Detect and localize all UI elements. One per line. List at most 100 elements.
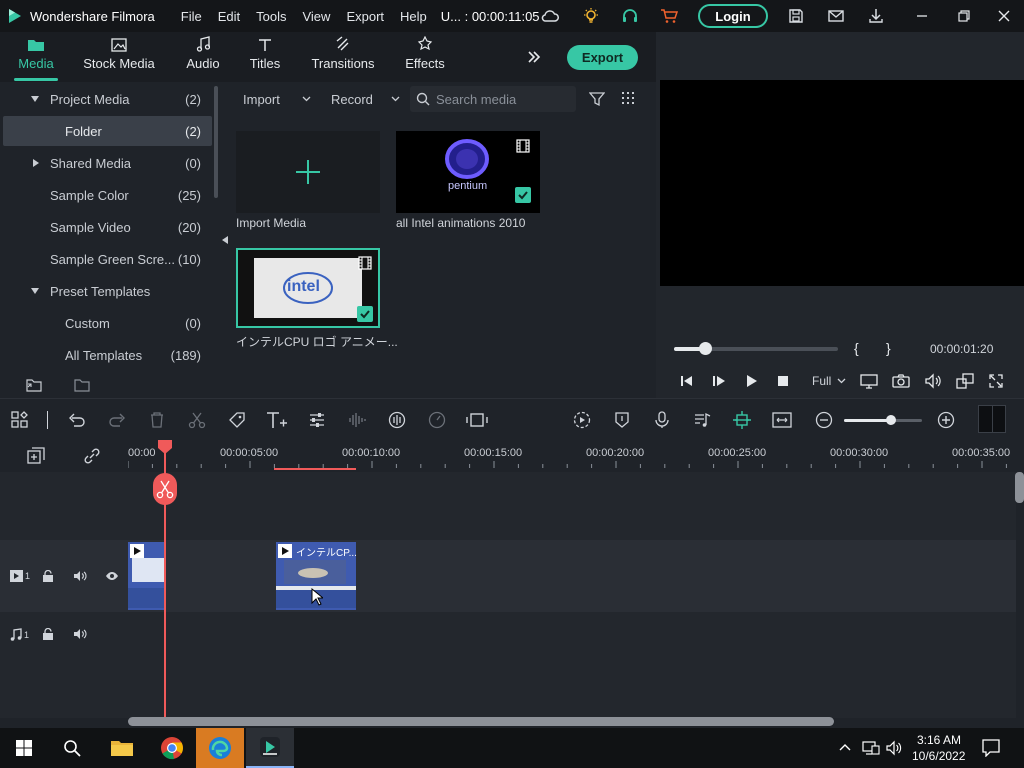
- display-icon[interactable]: [860, 373, 878, 389]
- network-icon[interactable]: [862, 740, 880, 756]
- zoom-out-icon[interactable]: [815, 411, 833, 429]
- step-back-icon[interactable]: [680, 374, 694, 388]
- tag-icon[interactable]: [228, 411, 246, 429]
- tab-audio[interactable]: Audio: [182, 32, 224, 82]
- panel-toggle-button[interactable]: [978, 405, 1006, 433]
- playhead-handle[interactable]: [158, 440, 172, 454]
- filter-icon[interactable]: [589, 91, 605, 107]
- microphone-icon[interactable]: [653, 411, 671, 429]
- cart-icon[interactable]: [657, 4, 681, 28]
- mark-out-button[interactable]: }: [886, 340, 891, 356]
- login-button[interactable]: Login: [698, 4, 768, 28]
- split-scissors-button[interactable]: [153, 473, 177, 505]
- save-icon[interactable]: [784, 4, 808, 28]
- sidebar-item-sample-color[interactable]: Sample Color (25): [0, 180, 212, 210]
- sidebar-item-all-templates[interactable]: All Templates (189): [0, 340, 212, 370]
- notifications-icon[interactable]: [982, 739, 1000, 757]
- taskbar-search-icon[interactable]: [48, 728, 96, 768]
- video-track[interactable]: 1 インテルCP...: [0, 540, 1016, 612]
- sidebar-item-shared-media[interactable]: Shared Media (0): [0, 148, 212, 178]
- import-media-tile[interactable]: [236, 131, 380, 213]
- tab-media[interactable]: Media: [12, 32, 60, 82]
- link-icon[interactable]: [83, 447, 101, 465]
- sidebar-item-preset-templates[interactable]: Preset Templates: [0, 276, 212, 306]
- scissors-icon[interactable]: [188, 411, 206, 429]
- sidebar-item-folder[interactable]: Folder (2): [3, 116, 212, 146]
- minimize-icon[interactable]: [910, 4, 934, 28]
- collapse-sidebar-icon[interactable]: [222, 236, 228, 244]
- sidebar-item-sample-green-screen[interactable]: Sample Green Scre... (10): [0, 244, 212, 274]
- more-tabs-icon[interactable]: [526, 49, 542, 65]
- chevron-up-icon[interactable]: [838, 740, 852, 754]
- media-thumb-intel-animations[interactable]: pentium: [396, 131, 540, 213]
- mark-in-button[interactable]: {: [854, 340, 859, 356]
- timeline-tracks[interactable]: 1 インテルCP... 1: [0, 472, 1016, 718]
- timeline-horizontal-scrollbar[interactable]: [128, 717, 834, 726]
- tab-titles[interactable]: Titles: [246, 32, 284, 82]
- snap-icon[interactable]: [732, 410, 752, 430]
- timeline-vertical-scrollbar[interactable]: [1015, 472, 1024, 503]
- adjust-icon[interactable]: [308, 411, 326, 429]
- tab-transitions[interactable]: Transitions: [310, 32, 376, 82]
- windows-start-icon[interactable]: [0, 728, 48, 768]
- fullscreen-icon[interactable]: [988, 373, 1004, 389]
- record-dropdown[interactable]: Record: [331, 86, 400, 112]
- shield-marker-icon[interactable]: [613, 411, 631, 429]
- lightbulb-icon[interactable]: [579, 4, 603, 28]
- delete-icon[interactable]: [148, 411, 166, 429]
- audio-track[interactable]: 1: [0, 612, 1016, 658]
- clock-time[interactable]: 3:16 AM: [917, 733, 961, 747]
- new-folder-icon[interactable]: [26, 378, 42, 392]
- zoom-slider-track[interactable]: [844, 419, 922, 422]
- add-track-icon[interactable]: [27, 447, 45, 465]
- timeline-ruler[interactable]: 00:00 00:00:05:00 00:00:10:00 00:00:15:0…: [0, 440, 1024, 472]
- menu-tools[interactable]: Tools: [248, 9, 294, 24]
- sidebar-item-custom[interactable]: Custom (0): [0, 308, 212, 338]
- menu-help[interactable]: Help: [392, 9, 435, 24]
- filmora-taskbar-icon[interactable]: [246, 728, 294, 768]
- edge-icon[interactable]: [196, 728, 244, 768]
- play-icon[interactable]: [744, 374, 758, 388]
- search-media-input[interactable]: Search media: [410, 86, 576, 112]
- sidebar-scrollbar[interactable]: [214, 86, 218, 198]
- layout-icon[interactable]: [11, 411, 29, 429]
- video-clip-1[interactable]: [128, 542, 165, 610]
- music-list-icon[interactable]: [693, 411, 711, 429]
- menu-export[interactable]: Export: [338, 9, 392, 24]
- menu-file[interactable]: File: [173, 9, 210, 24]
- headset-icon[interactable]: [618, 4, 642, 28]
- lock-icon[interactable]: [42, 570, 54, 582]
- download-icon[interactable]: [864, 4, 888, 28]
- eye-icon[interactable]: [105, 571, 119, 581]
- clock-date[interactable]: 10/6/2022: [912, 749, 965, 763]
- zoom-in-icon[interactable]: [937, 411, 955, 429]
- speaker-icon[interactable]: [73, 628, 87, 640]
- close-icon[interactable]: [992, 4, 1016, 28]
- undo-icon[interactable]: [68, 411, 86, 429]
- zoom-slider-knob[interactable]: [885, 415, 896, 425]
- cloud-icon[interactable]: [538, 4, 562, 28]
- chrome-icon[interactable]: [148, 728, 196, 768]
- file-explorer-icon[interactable]: [98, 728, 146, 768]
- tab-effects[interactable]: Effects: [402, 32, 448, 82]
- speed-icon[interactable]: [428, 411, 446, 429]
- volume-tray-icon[interactable]: [886, 740, 902, 756]
- render-preview-icon[interactable]: [573, 411, 591, 429]
- quality-dropdown[interactable]: Full: [812, 374, 846, 388]
- stop-icon[interactable]: [777, 375, 789, 387]
- sidebar-item-sample-video[interactable]: Sample Video (20): [0, 212, 212, 242]
- fit-timeline-icon[interactable]: [772, 411, 792, 429]
- sidebar-item-project-media[interactable]: Project Media (2): [0, 84, 212, 114]
- redo-icon[interactable]: [108, 411, 126, 429]
- speaker-icon[interactable]: [73, 570, 87, 582]
- export-button[interactable]: Export: [567, 45, 638, 70]
- play-frame-icon[interactable]: [712, 374, 726, 388]
- mail-icon[interactable]: [824, 4, 848, 28]
- import-dropdown[interactable]: Import: [243, 86, 311, 112]
- keyframe-icon[interactable]: [466, 411, 488, 429]
- add-text-icon[interactable]: [266, 410, 288, 430]
- menu-edit[interactable]: Edit: [210, 9, 248, 24]
- menu-view[interactable]: View: [294, 9, 338, 24]
- volume-icon[interactable]: [924, 373, 942, 389]
- snapshot-icon[interactable]: [892, 373, 910, 389]
